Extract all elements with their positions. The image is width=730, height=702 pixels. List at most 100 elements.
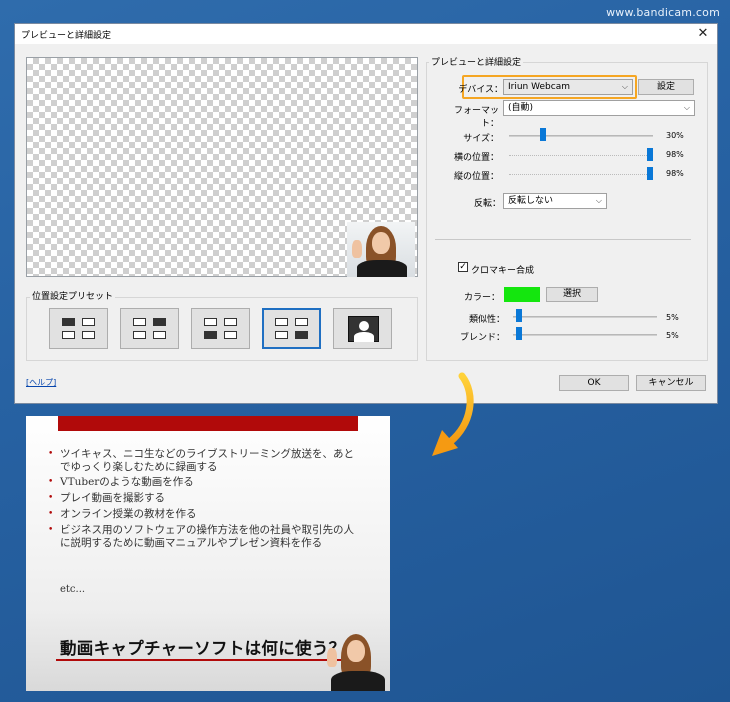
preset-group-label: 位置設定プリセット: [30, 289, 116, 302]
preset-cell: [275, 331, 288, 339]
preset-cell: [62, 331, 75, 339]
webcam-cutout: [323, 631, 389, 691]
preset-cell: [133, 331, 146, 339]
flip-select[interactable]: 反転しない ⌵: [503, 193, 607, 209]
cancel-button[interactable]: キャンセル: [636, 375, 706, 391]
list-item: • プレイ動画を撮影する: [48, 492, 360, 505]
preset-cell: [82, 331, 95, 339]
similarity-label: 類似性：: [468, 315, 505, 325]
bullet-text: ツイキャス、ニコ生などのライブストリーミング放送を、あとでゆっくり楽しむために録…: [60, 448, 354, 473]
slide-heading: 動画キャプチャーソフトは何に使う？: [60, 639, 346, 658]
cutout-face: [347, 640, 365, 662]
color-label: カラー：: [463, 293, 500, 303]
bullet-icon: •: [48, 509, 54, 519]
preset-cell: [204, 331, 217, 339]
device-label: デバイス：: [458, 85, 503, 95]
format-value: (自動): [508, 103, 534, 113]
list-item: • ツイキャス、ニコ生などのライブストリーミング放送を、あとでゆっくり楽しむため…: [48, 448, 360, 474]
preview-canvas: [26, 57, 418, 277]
hpos-label: 横の位置：: [453, 153, 499, 163]
curved-arrow-icon: [432, 372, 474, 456]
preset-cell: [295, 318, 308, 326]
preview-settings-dialog: プレビューと詳細設定 ✕ 位置設定プリセット プレビューと詳細設定 デバイス： …: [14, 23, 718, 404]
person-body: [354, 332, 374, 342]
fullscreen-frame: [348, 316, 379, 342]
preset-bottom-left[interactable]: [191, 308, 250, 349]
list-item: • ビジネス用のソフトウェアの操作方法を他の社員や取引先の人に説明するために動画…: [48, 524, 360, 550]
vpos-slider-track[interactable]: [509, 174, 653, 176]
preset-cell: [62, 318, 75, 326]
title-bar: プレビューと詳細設定 ✕: [15, 24, 717, 44]
webcam-shirt: [357, 260, 407, 277]
preset-cell: [82, 318, 95, 326]
help-link[interactable]: [ヘルプ]: [26, 377, 56, 388]
chevron-down-icon: ⌵: [621, 82, 628, 91]
bullet-text: VTuberのような動画を作る: [60, 476, 194, 488]
heading-underline: [56, 659, 356, 661]
watermark: www.bandicam.com: [606, 6, 720, 19]
format-select[interactable]: (自動) ⌵: [503, 100, 695, 116]
presentation-slide: • ツイキャス、ニコ生などのライブストリーミング放送を、あとでゆっくり楽しむため…: [26, 416, 390, 691]
close-icon[interactable]: ✕: [695, 24, 711, 44]
etc-text: etc...: [60, 584, 86, 595]
vpos-label: 縦の位置：: [453, 172, 499, 182]
cutout-shirt: [331, 671, 385, 691]
vpos-slider-thumb[interactable]: [647, 167, 653, 180]
select-color-button[interactable]: 選択: [546, 287, 598, 302]
blend-value: 5%: [666, 331, 679, 340]
ok-button[interactable]: OK: [559, 375, 629, 391]
preset-top-right[interactable]: [120, 308, 179, 349]
divider: [435, 239, 691, 240]
device-value: Iriun Webcam: [508, 82, 570, 92]
person-icon: [359, 321, 369, 331]
preset-cell: [295, 331, 308, 339]
size-slider-thumb[interactable]: [540, 128, 546, 141]
webcam-hand: [352, 240, 362, 258]
bullet-icon: •: [48, 525, 54, 535]
bullet-text: オンライン授業の教材を作る: [60, 508, 197, 520]
blend-slider-thumb[interactable]: [516, 327, 522, 340]
hpos-slider-track[interactable]: [509, 155, 653, 157]
preset-bottom-right[interactable]: [262, 308, 321, 349]
chroma-label[interactable]: クロマキー合成: [471, 263, 534, 276]
chroma-checkbox[interactable]: ✓: [458, 262, 468, 272]
size-label: サイズ：: [463, 134, 499, 144]
preset-cell: [204, 318, 217, 326]
list-item: • オンライン授業の教材を作る: [48, 508, 360, 521]
flip-label: 反転：: [473, 199, 501, 209]
preset-cell: [275, 318, 288, 326]
similarity-slider-track[interactable]: [513, 316, 657, 318]
webcam-face: [372, 232, 390, 254]
bullet-text: プレイ動画を撮影する: [60, 492, 165, 504]
list-item: • VTuberのような動画を作る: [48, 476, 360, 489]
blend-slider-track[interactable]: [513, 334, 657, 336]
slide-header-bar: [58, 416, 358, 431]
preset-top-left[interactable]: [49, 308, 108, 349]
dialog-title: プレビューと詳細設定: [21, 31, 112, 41]
preset-cell: [153, 331, 166, 339]
format-label: フォーマット：: [453, 106, 499, 129]
preset-cell: [153, 318, 166, 326]
preset-cell: [224, 318, 237, 326]
preset-fullscreen[interactable]: [333, 308, 392, 349]
bullet-icon: •: [48, 449, 54, 459]
bullet-icon: •: [48, 493, 54, 503]
size-slider-track[interactable]: [509, 135, 653, 137]
flip-value: 反転しない: [508, 196, 554, 206]
similarity-value: 5%: [666, 313, 679, 322]
cutout-hand: [327, 648, 337, 667]
similarity-slider-thumb[interactable]: [516, 309, 522, 322]
blend-label: ブレンド：: [459, 333, 505, 343]
device-settings-button[interactable]: 設定: [638, 79, 694, 95]
preset-cell: [133, 318, 146, 326]
hpos-slider-thumb[interactable]: [647, 148, 653, 161]
hpos-value: 98%: [666, 150, 684, 159]
bullet-icon: •: [48, 477, 54, 487]
device-select[interactable]: Iriun Webcam ⌵: [503, 79, 633, 95]
webcam-overlay: [347, 222, 415, 277]
color-swatch[interactable]: [504, 287, 540, 302]
vpos-value: 98%: [666, 169, 684, 178]
size-value: 30%: [666, 131, 684, 140]
chevron-down-icon: ⌵: [595, 196, 602, 205]
preset-cell: [224, 331, 237, 339]
